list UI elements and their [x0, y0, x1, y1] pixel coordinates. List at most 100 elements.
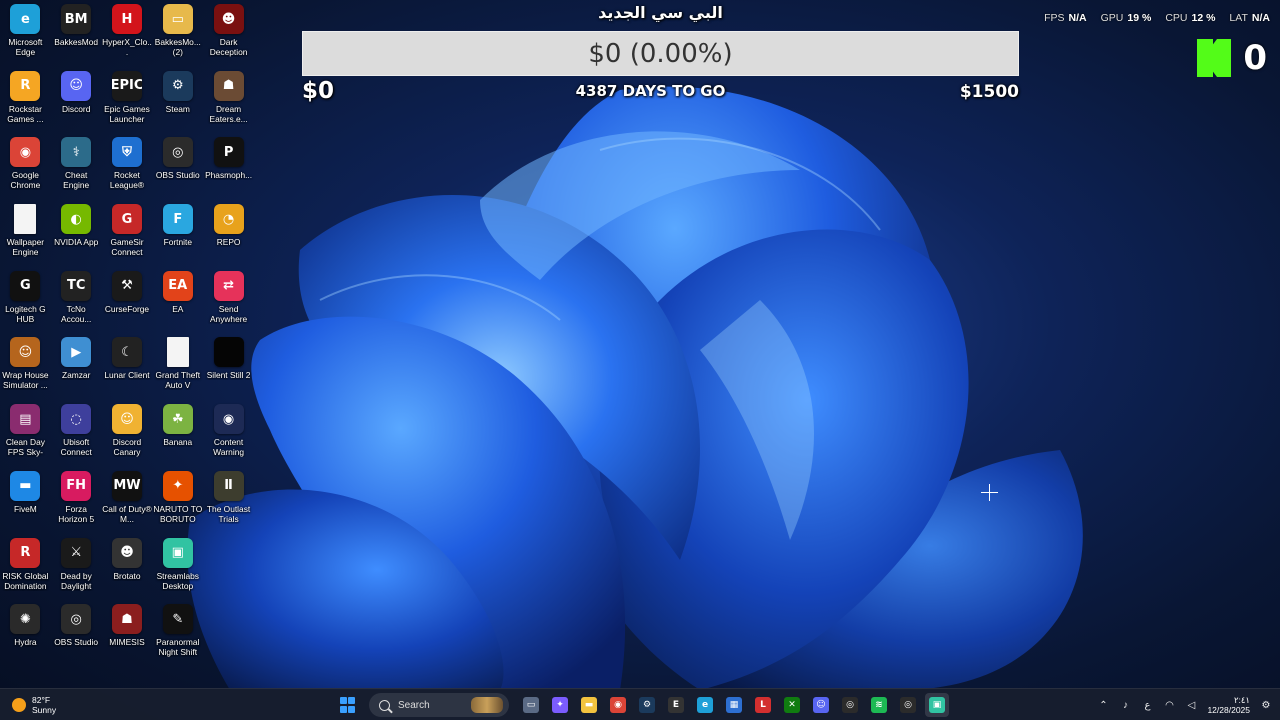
- edge-icon: e: [10, 4, 41, 34]
- desktop-shortcut[interactable]: EA EA: [152, 269, 203, 336]
- taskbar-app-button[interactable]: ◎: [896, 693, 920, 717]
- desktop-shortcut[interactable]: R Rockstar Games ...: [0, 69, 51, 136]
- desktop-shortcut[interactable]: TC TcNo Accou...: [51, 269, 102, 336]
- desktop-shortcut-label: TcNo Accou...: [61, 303, 92, 324]
- desktop-shortcut[interactable]: ◔ REPO: [203, 202, 254, 269]
- silent-still-icon: [213, 337, 244, 368]
- taskbar-app-button[interactable]: ◉: [606, 693, 630, 717]
- taskbar-app-button[interactable]: ≋: [867, 693, 891, 717]
- gpu-label: GPU: [1100, 12, 1124, 24]
- desktop-shortcut[interactable]: G Logitech G HUB: [0, 269, 51, 336]
- desktop-shortcut[interactable]: ⚔ Dead by Daylight: [51, 536, 102, 603]
- desktop-shortcut[interactable]: ☗ MIMESIS: [102, 602, 153, 669]
- desktop-shortcut-label: Steam: [165, 103, 190, 114]
- desktop-shortcut[interactable]: ◌ Ubisoft Connect: [51, 402, 102, 469]
- taskbar-app-button[interactable]: e: [693, 693, 717, 717]
- desktop-shortcut[interactable]: ✦NARUTO TO BORUTO S...: [152, 469, 203, 536]
- microphone-icon[interactable]: ♪: [1119, 699, 1131, 711]
- mouse-cursor-crosshair: [981, 484, 998, 501]
- desktop-shortcut[interactable]: ⚙ Steam: [152, 69, 203, 136]
- desktop-shortcut[interactable]: ▶ Zamzar: [51, 335, 102, 402]
- task-view-icon: ▭: [523, 697, 539, 713]
- desktop-shortcut[interactable]: ▬ FiveM: [0, 469, 51, 536]
- desktop-shortcut[interactable]: ☺ Wrap House Simulator ...: [0, 335, 51, 402]
- desktop-shortcut[interactable]: Grand Theft Auto V: [152, 335, 203, 402]
- taskbar-app-button[interactable]: ▬: [577, 693, 601, 717]
- desktop-shortcut[interactable]: ☻ Brotato: [102, 536, 153, 603]
- desktop-shortcut[interactable]: ☺ Discord Canary: [102, 402, 153, 469]
- taskbar-app-button[interactable]: ☺: [809, 693, 833, 717]
- desktop-shortcut[interactable]: ◎ OBS Studio: [152, 135, 203, 202]
- desktop-shortcut[interactable]: Silent Still 2: [203, 335, 254, 402]
- desktop-shortcut[interactable]: ☗ Dream Eaters.e...: [203, 69, 254, 136]
- desktop-shortcut[interactable]: ⚕ Cheat Engine: [51, 135, 102, 202]
- wifi-icon[interactable]: ◠: [1163, 699, 1175, 711]
- desktop-shortcut[interactable]: ☺ Discord: [51, 69, 102, 136]
- taskbar-search[interactable]: Search: [369, 693, 509, 717]
- desktop-shortcut[interactable]: ☘ Banana: [152, 402, 203, 469]
- desktop-shortcut[interactable]: H HyperX_Clo...: [102, 2, 153, 69]
- desktop-shortcut-label: OBS Studio: [155, 170, 200, 181]
- desktop-shortcut[interactable]: ◎ OBS Studio: [51, 602, 102, 669]
- rocket-league-icon: ⛨: [111, 137, 142, 168]
- desktop-shortcut-label: Cheat Engine: [63, 170, 90, 191]
- desktop-shortcut: [203, 536, 254, 603]
- desktop-shortcut[interactable]: FH Forza Horizon 5: [51, 469, 102, 536]
- desktop-shortcut-label: Epic Games Launcher: [104, 103, 150, 124]
- desktop-shortcut[interactable]: ⛨ Rocket League®: [102, 135, 153, 202]
- dream-eaters-icon: ☗: [213, 70, 244, 101]
- taskbar-app-button[interactable]: ◎: [838, 693, 862, 717]
- volume-icon[interactable]: ◁: [1185, 699, 1197, 711]
- desktop-shortcut[interactable]: ▤Clean Day FPS Sky-Pa...: [0, 402, 51, 469]
- goal-progress-text: $0 (0.00%): [588, 39, 733, 69]
- taskbar-app-button[interactable]: ▣: [925, 693, 949, 717]
- desktop-shortcut[interactable]: ✺ Hydra: [0, 602, 51, 669]
- desktop-shortcut-label: NVIDIA App: [54, 237, 99, 248]
- desktop-shortcut-label: MIMESIS: [109, 637, 145, 648]
- desktop-shortcut[interactable]: ☾ Lunar Client: [102, 335, 153, 402]
- taskbar-app-button[interactable]: ✕: [780, 693, 804, 717]
- desktop-shortcut[interactable]: P Phasmoph...: [203, 135, 254, 202]
- taskbar-app-button[interactable]: ▦: [722, 693, 746, 717]
- desktop-shortcut[interactable]: EPIC Epic Games Launcher: [102, 69, 153, 136]
- desktop-shortcut-label: Call of Duty® M...: [102, 503, 152, 524]
- desktop-shortcut[interactable]: ◐ NVIDIA App: [51, 202, 102, 269]
- desktop-shortcut[interactable]: ◉ Google Chrome: [0, 135, 51, 202]
- desktop-shortcut-label: Ubisoft Connect: [60, 437, 92, 458]
- clock-time: ٢:٤١: [1233, 695, 1250, 705]
- desktop-shortcut[interactable]: R RISK Global Domination: [0, 536, 51, 603]
- tcno-icon: TC: [61, 270, 92, 301]
- desktop-shortcut[interactable]: ✎ Paranormal Night Shift: [152, 602, 203, 669]
- repo-icon: ◔: [213, 204, 244, 235]
- clock-date: 12/28/2025: [1207, 705, 1250, 715]
- desktop-shortcut[interactable]: Wallpaper Engine: [0, 202, 51, 269]
- taskbar-app-button[interactable]: ⚙: [635, 693, 659, 717]
- desktop-shortcut[interactable]: ▣ Streamlabs Desktop: [152, 536, 203, 603]
- taskbar-app-button[interactable]: E: [664, 693, 688, 717]
- desktop-shortcut[interactable]: MW Call of Duty® M...: [102, 469, 153, 536]
- desktop-shortcut[interactable]: G GameSir Connect: [102, 202, 153, 269]
- desktop-shortcut[interactable]: ⚒ CurseForge: [102, 269, 153, 336]
- input-language[interactable]: ع: [1141, 699, 1153, 711]
- taskbar-app-button[interactable]: L: [751, 693, 775, 717]
- zamzar-icon: ▶: [61, 337, 92, 368]
- settings-gear-icon[interactable]: ⚙: [1260, 699, 1272, 711]
- desktop-shortcut[interactable]: e Microsoft Edge: [0, 2, 51, 69]
- naruto-icon: ✦: [162, 470, 193, 501]
- windows-logo-icon: [339, 697, 355, 713]
- start-button[interactable]: [335, 693, 359, 717]
- desktop-shortcut[interactable]: BM BakkesMod: [51, 2, 102, 69]
- weather-temp: 82°F: [32, 695, 51, 705]
- desktop-shortcut[interactable]: F Fortnite: [152, 202, 203, 269]
- taskbar-app-button[interactable]: ▭: [519, 693, 543, 717]
- taskbar-app-button[interactable]: ✦: [548, 693, 572, 717]
- desktop-shortcut[interactable]: Ⅱ The Outlast Trials: [203, 469, 254, 536]
- chevron-up-icon[interactable]: ⌃: [1097, 699, 1109, 711]
- desktop-shortcut[interactable]: ◉ Content Warning: [203, 402, 254, 469]
- desktop-shortcut[interactable]: ⇄ Send Anywhere: [203, 269, 254, 336]
- desktop-shortcut[interactable]: ▭ BakkesMo... (2): [152, 2, 203, 69]
- desktop-shortcut[interactable]: ☻ Dark Deception: [203, 2, 254, 69]
- epic-games-icon: EPIC: [111, 70, 142, 101]
- weather-widget[interactable]: 82°F Sunny: [12, 695, 56, 715]
- taskbar-clock[interactable]: ٢:٤١ 12/28/2025: [1207, 695, 1250, 715]
